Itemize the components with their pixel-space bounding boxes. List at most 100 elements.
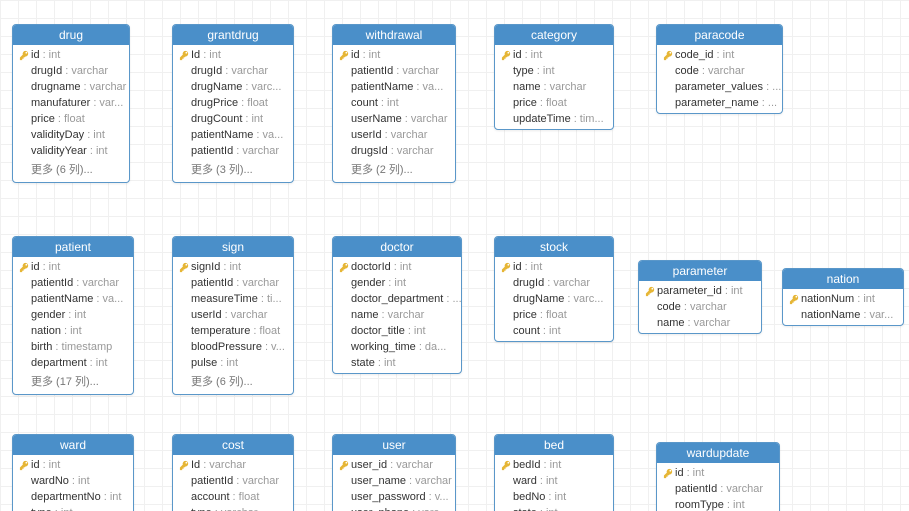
table-header[interactable]: grantdrug [173, 25, 293, 45]
column-row[interactable]: user_id: varchar [333, 457, 455, 473]
table-header[interactable]: sign [173, 237, 293, 257]
column-row[interactable]: patientName: va... [13, 291, 133, 307]
table-wardupdate[interactable]: wardupdateid: intpatientId: varcharroomT… [656, 442, 780, 511]
column-row[interactable]: bedNo: int [495, 489, 613, 505]
column-row[interactable]: id: int [333, 47, 455, 63]
column-row[interactable]: bloodPressure: v... [173, 339, 293, 355]
column-row[interactable]: gender: int [13, 307, 133, 323]
table-nation[interactable]: nation nationNum: intnationName: var... [782, 268, 904, 326]
column-row[interactable]: drugId: varchar [13, 63, 129, 79]
column-row[interactable]: bedId: int [495, 457, 613, 473]
column-row[interactable]: drugName: varc... [495, 291, 613, 307]
column-row[interactable]: validityDay: int [13, 127, 129, 143]
table-paracode[interactable]: paracode code_id: intcode: varcharparamet… [656, 24, 783, 114]
column-row[interactable]: parameter_values: ... [657, 79, 782, 95]
table-grantdrug[interactable]: grantdrugId: intdrugId: varchardrugName:… [172, 24, 294, 183]
column-row[interactable]: account: float [173, 489, 293, 505]
column-row[interactable]: name: varchar [639, 315, 761, 331]
more-columns[interactable]: 更多 (6 列)... [173, 371, 293, 392]
column-row[interactable]: Id: varchar [173, 457, 293, 473]
column-row[interactable]: code: varchar [657, 63, 782, 79]
column-row[interactable]: parameter_id: int [639, 283, 761, 299]
column-row[interactable]: nationName: var... [783, 307, 903, 323]
column-row[interactable]: name: varchar [495, 79, 613, 95]
more-columns[interactable]: 更多 (17 列)... [13, 371, 133, 392]
column-row[interactable]: roomType: int [657, 497, 779, 511]
column-row[interactable]: id: int [657, 465, 779, 481]
column-row[interactable]: nationNum: int [783, 291, 903, 307]
table-header[interactable]: patient [13, 237, 133, 257]
column-row[interactable]: patientId: varchar [13, 275, 133, 291]
table-header[interactable]: ward [13, 435, 133, 455]
column-row[interactable]: id: int [495, 259, 613, 275]
table-header[interactable]: user [333, 435, 455, 455]
table-header[interactable]: wardupdate [657, 443, 779, 463]
column-row[interactable]: patientId: varchar [333, 63, 455, 79]
column-row[interactable]: working_time: da... [333, 339, 461, 355]
column-row[interactable]: type: int [495, 63, 613, 79]
column-row[interactable]: price: float [13, 111, 129, 127]
more-columns[interactable]: 更多 (6 列)... [13, 159, 129, 180]
column-row[interactable]: patientName: va... [173, 127, 293, 143]
table-ward[interactable]: ward id: intwardNo: intdepartmentNo: intt… [12, 434, 134, 511]
more-columns[interactable]: 更多 (2 列)... [333, 159, 455, 180]
column-row[interactable]: gender: int [333, 275, 461, 291]
column-row[interactable]: pulse: int [173, 355, 293, 371]
column-row[interactable]: department: int [13, 355, 133, 371]
column-row[interactable]: type: int [13, 505, 133, 511]
column-row[interactable]: drugId: varchar [495, 275, 613, 291]
table-parameter[interactable]: parameter parameter_id: intcode: varcharn… [638, 260, 762, 334]
table-withdrawal[interactable]: withdrawalid: intpatientId: varcharpatie… [332, 24, 456, 183]
column-row[interactable]: doctor_title: int [333, 323, 461, 339]
column-row[interactable]: Id: int [173, 47, 293, 63]
column-row[interactable]: name: varchar [333, 307, 461, 323]
table-sign[interactable]: sign signId: intpatientId: varcharmeasure… [172, 236, 294, 395]
table-user[interactable]: useruser_id: varcharuser_name: varcharus… [332, 434, 456, 511]
column-row[interactable]: state: int [333, 355, 461, 371]
column-row[interactable]: id: int [495, 47, 613, 63]
table-cost[interactable]: cost Id: varcharpatientId: varcharaccount… [172, 434, 294, 511]
table-header[interactable]: parameter [639, 261, 761, 281]
table-header[interactable]: cost [173, 435, 293, 455]
table-header[interactable]: withdrawal [333, 25, 455, 45]
column-row[interactable]: departmentNo: int [13, 489, 133, 505]
column-row[interactable]: user_password: v... [333, 489, 455, 505]
column-row[interactable]: measureTime: ti... [173, 291, 293, 307]
column-row[interactable]: id: int [13, 457, 133, 473]
column-row[interactable]: userId: varchar [173, 307, 293, 323]
column-row[interactable]: state: int [495, 505, 613, 511]
column-row[interactable]: drugCount: int [173, 111, 293, 127]
table-header[interactable]: drug [13, 25, 129, 45]
column-row[interactable]: id: int [13, 259, 133, 275]
column-row[interactable]: updateTime: tim... [495, 111, 613, 127]
table-doctor[interactable]: doctordoctorId: intgender: intdoctor_dep… [332, 236, 462, 374]
column-row[interactable]: user_phone: varc... [333, 505, 455, 511]
column-row[interactable]: drugname: varchar [13, 79, 129, 95]
column-row[interactable]: drugId: varchar [173, 63, 293, 79]
column-row[interactable]: count: int [333, 95, 455, 111]
column-row[interactable]: code: varchar [639, 299, 761, 315]
table-header[interactable]: nation [783, 269, 903, 289]
table-category[interactable]: categoryid: inttype: intname: varcharpri… [494, 24, 614, 130]
table-stock[interactable]: stockid: intdrugId: varchardrugName: var… [494, 236, 614, 342]
column-row[interactable]: wardNo: int [13, 473, 133, 489]
column-row[interactable]: price: float [495, 307, 613, 323]
table-header[interactable]: bed [495, 435, 613, 455]
column-row[interactable]: code_id: int [657, 47, 782, 63]
column-row[interactable]: ward: int [495, 473, 613, 489]
column-row[interactable]: nation: int [13, 323, 133, 339]
table-patient[interactable]: patient id: intpatientId: varcharpatientN… [12, 236, 134, 395]
column-row[interactable]: signId: int [173, 259, 293, 275]
column-row[interactable]: patientId: varchar [173, 275, 293, 291]
column-row[interactable]: drugPrice: float [173, 95, 293, 111]
column-row[interactable]: validityYear: int [13, 143, 129, 159]
table-header[interactable]: category [495, 25, 613, 45]
column-row[interactable]: patientId: varchar [173, 473, 293, 489]
table-header[interactable]: paracode [657, 25, 782, 45]
column-row[interactable]: birth: timestamp [13, 339, 133, 355]
more-columns[interactable]: 更多 (3 列)... [173, 159, 293, 180]
column-row[interactable]: temperature: float [173, 323, 293, 339]
erd-canvas[interactable]: drugid: intdrugId: varchardrugname: varc… [0, 0, 909, 511]
column-row[interactable]: userName: varchar [333, 111, 455, 127]
column-row[interactable]: patientId: varchar [173, 143, 293, 159]
